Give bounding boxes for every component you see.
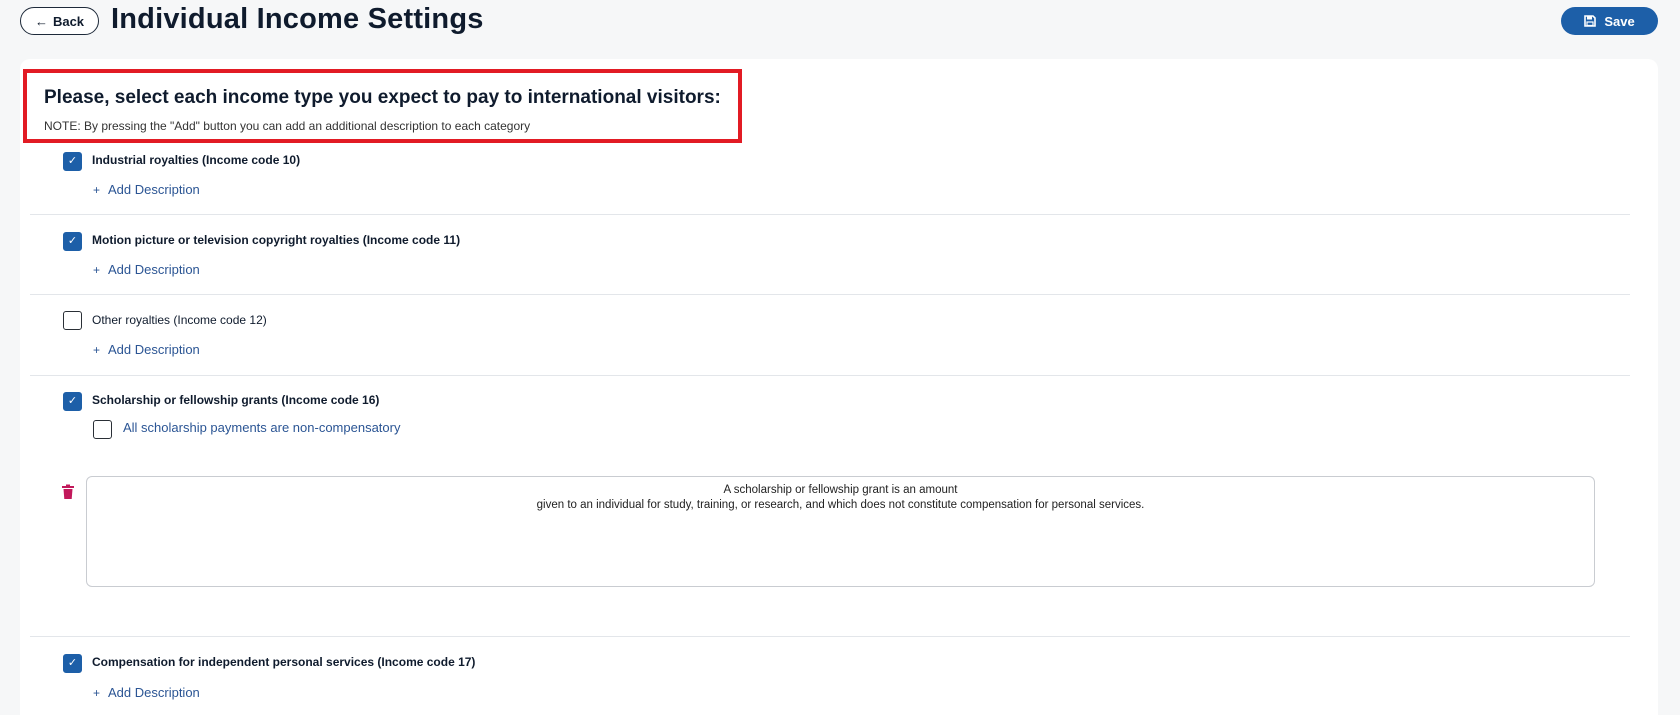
back-button[interactable]: ← Back [20,7,99,35]
add-description-label: Add Description [108,262,200,277]
plus-icon: + [93,182,101,197]
income-10-checkbox[interactable]: ✓ [63,152,82,171]
description-textarea[interactable]: A scholarship or fellowship grant is an … [86,476,1595,587]
income-12-label: Other royalties (Income code 12) [92,313,267,327]
divider [30,375,1630,376]
checkmark-icon: ✓ [67,235,78,247]
plus-icon: + [93,342,101,357]
plus-icon: + [93,685,101,700]
page-title: Individual Income Settings [111,3,484,35]
back-button-label: Back [52,13,85,29]
add-description-label: Add Description [108,342,200,357]
checkmark-icon: ✓ [67,155,78,167]
add-description-label: Add Description [108,182,200,197]
income-11-label: Motion picture or television copyright r… [92,233,461,247]
income-11-checkbox[interactable]: ✓ [63,232,82,251]
income-12-checkbox[interactable] [63,311,82,330]
save-button-label: Save [1604,13,1635,29]
income-11-add-description[interactable]: + Add Description [93,262,200,277]
page-header: ← Back Individual Income Settings Save [0,0,1680,44]
intro-note: NOTE: By pressing the "Add" button you c… [44,119,531,133]
add-description-label: Add Description [108,685,200,700]
income-16-checkbox[interactable]: ✓ [63,392,82,411]
arrow-left-icon: ← [34,13,48,29]
divider [30,294,1630,295]
checkmark-icon: ✓ [67,657,78,669]
floppy-disk-icon [1584,15,1597,27]
income-17-add-description[interactable]: + Add Description [93,685,200,700]
income-17-label: Compensation for independent personal se… [92,655,476,669]
income-17-checkbox[interactable]: ✓ [63,654,82,673]
trash-icon[interactable] [61,484,75,500]
save-button[interactable]: Save [1561,7,1658,35]
plus-icon: + [93,262,101,277]
divider [30,214,1630,215]
non-compensatory-label: All scholarship payments are non-compens… [123,420,401,435]
checkmark-icon: ✓ [67,395,78,407]
income-12-add-description[interactable]: + Add Description [93,342,200,357]
intro-box: Please, select each income type you expe… [23,69,742,143]
divider [30,636,1630,637]
income-10-label: Industrial royalties (Income code 10) [92,153,301,167]
income-10-add-description[interactable]: + Add Description [93,182,200,197]
non-compensatory-checkbox[interactable] [93,420,112,439]
intro-title: Please, select each income type you expe… [44,87,721,108]
income-16-label: Scholarship or fellowship grants (Income… [92,393,380,407]
description-line-1: A scholarship or fellowship grant is an … [723,484,958,496]
description-line-2: given to an individual for study, traini… [536,499,1145,511]
